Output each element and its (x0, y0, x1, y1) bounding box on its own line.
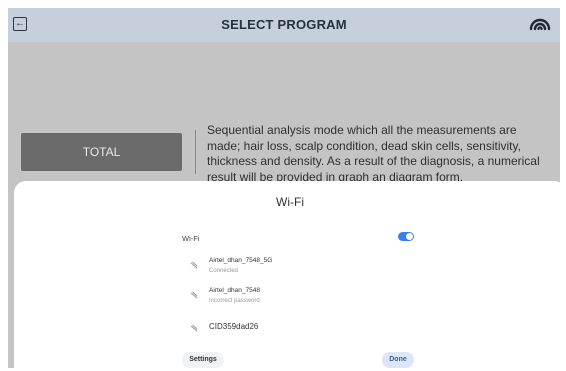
vertical-divider (195, 130, 196, 174)
wifi-bottom-sheet: Wi-Fi Wi-Fi Airtel_dhan_7548_5G Connecte… (14, 181, 566, 371)
network-name: CID359dad26 (209, 322, 259, 331)
network-status: Connected (209, 268, 239, 274)
wifi-sheet-title: Wi-Fi (276, 195, 304, 209)
signal-waves-icon[interactable] (528, 13, 552, 37)
page-title: SELECT PROGRAM (221, 17, 347, 32)
total-program-button[interactable]: TOTAL (21, 133, 182, 171)
wifi-toggle-label: Wi-Fi (182, 234, 200, 243)
network-name: Airtel_dhan_7548_5G (209, 257, 273, 264)
wifi-icon (190, 324, 198, 332)
network-status: Incorrect password (209, 298, 260, 304)
toggle-knob (406, 233, 413, 240)
settings-button[interactable]: Settings (182, 352, 224, 368)
wifi-icon (190, 261, 198, 269)
program-description: Sequential analysis mode which all the m… (207, 123, 540, 184)
network-name: Airtel_dhan_7548 (209, 287, 260, 294)
done-button[interactable]: Done (382, 352, 414, 368)
wifi-toggle[interactable] (398, 232, 414, 241)
app-header: ← SELECT PROGRAM (8, 8, 560, 42)
wifi-icon (190, 291, 198, 299)
